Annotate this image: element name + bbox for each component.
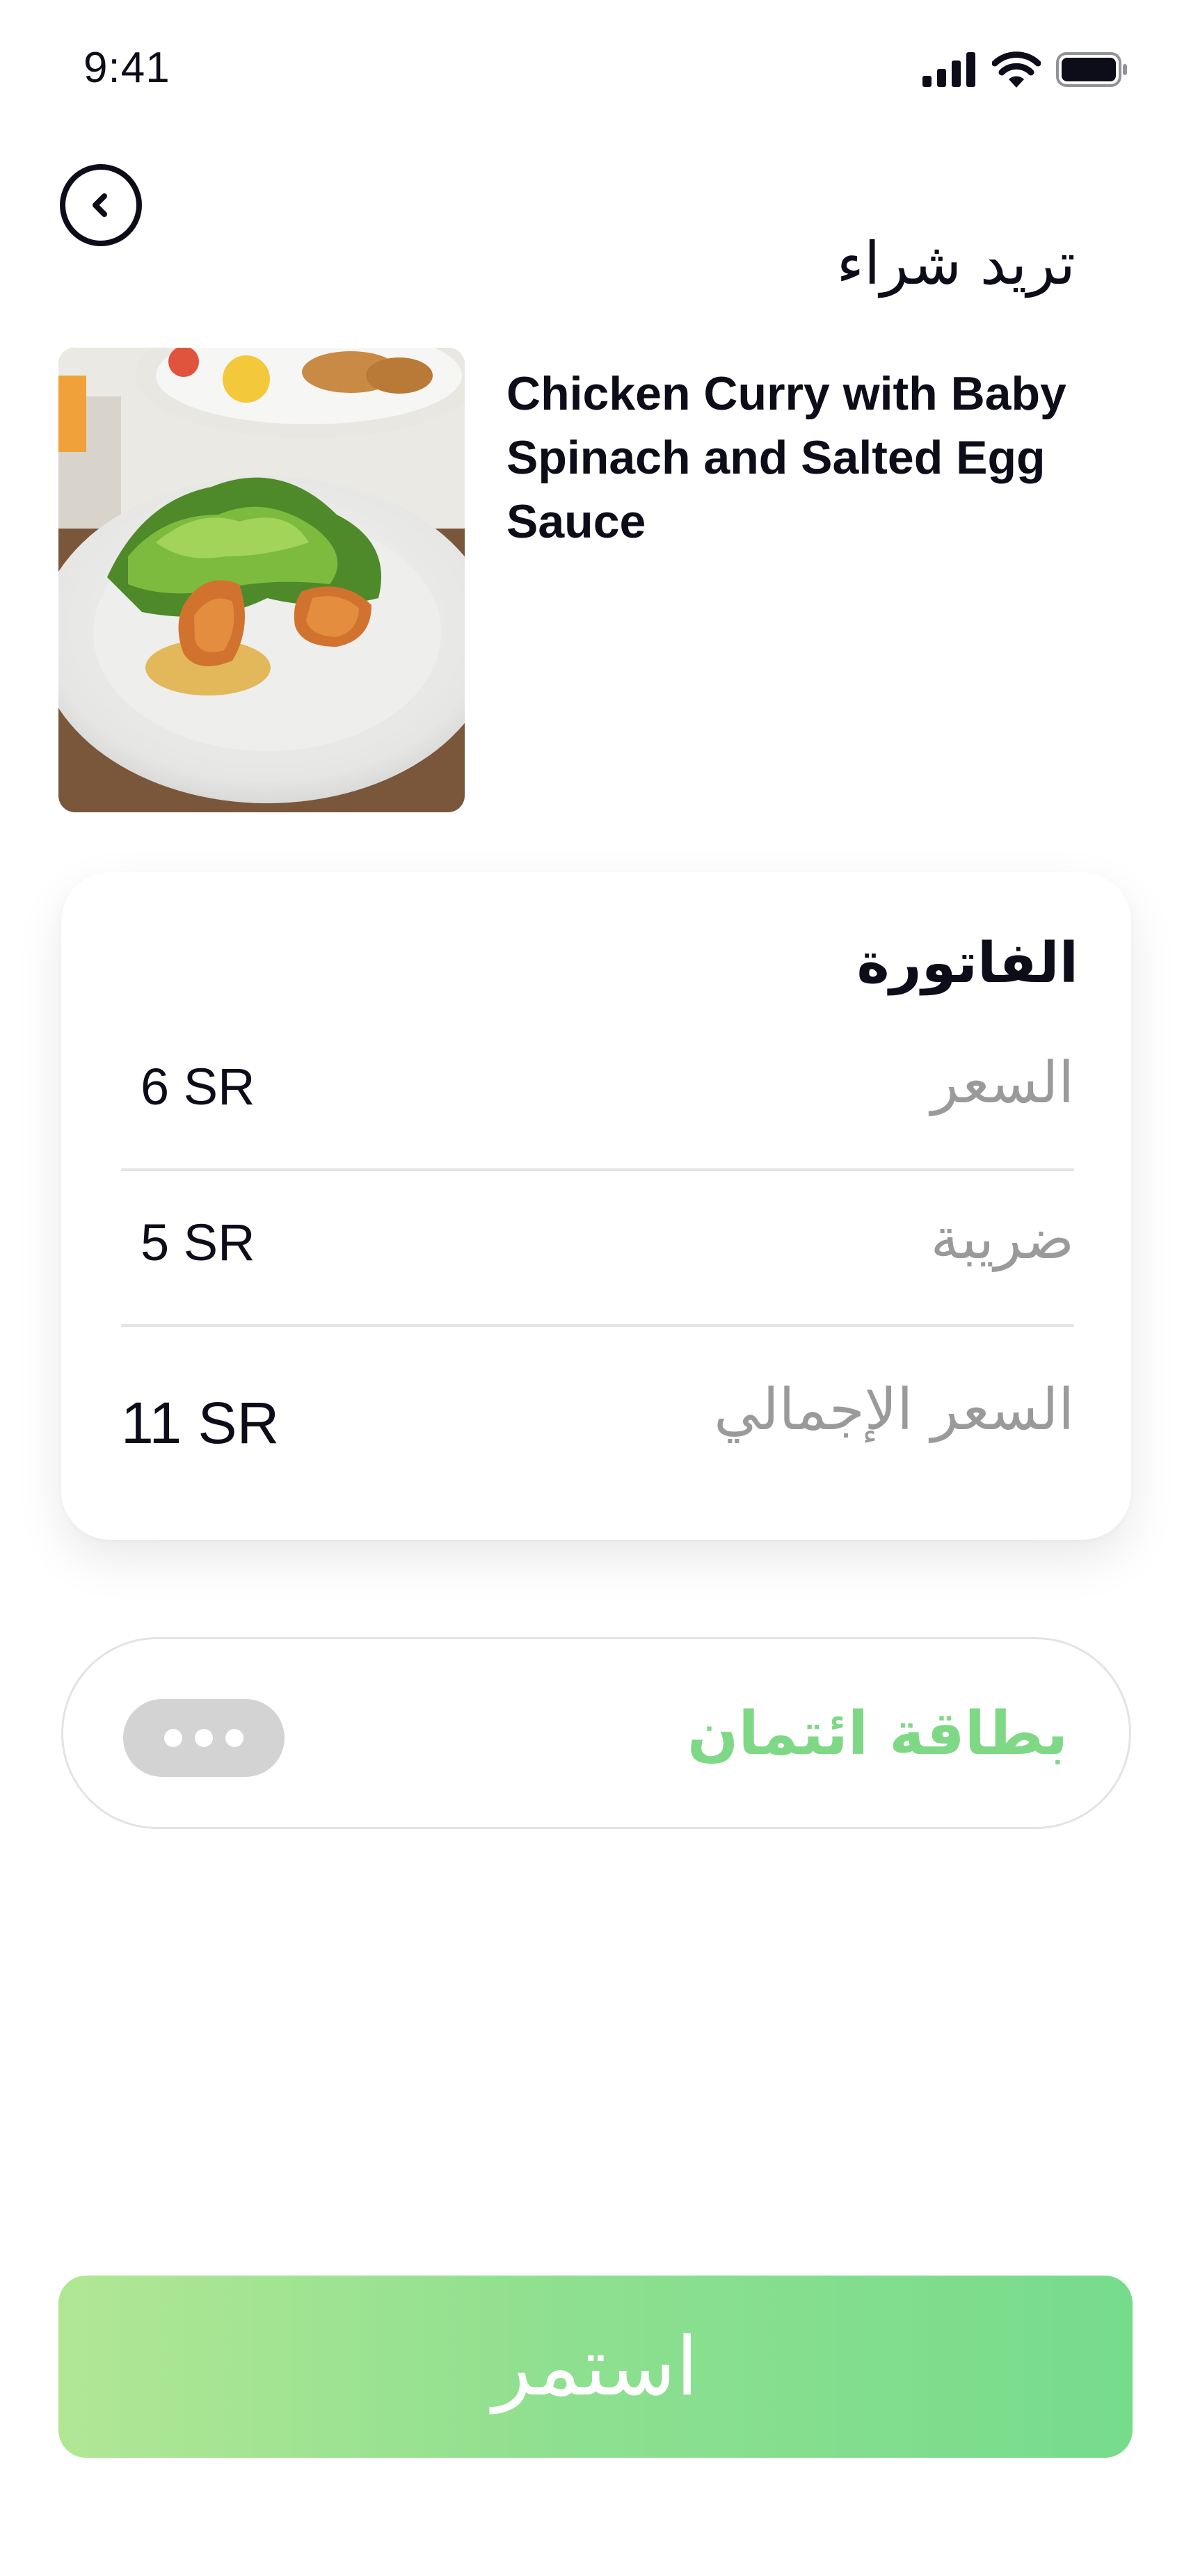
invoice-label: السعر (931, 1050, 1074, 1116)
invoice-divider (121, 1324, 1074, 1327)
payment-method-label: بطاقة ائتمان (687, 1699, 1068, 1769)
invoice-title: الفاتورة (856, 931, 1078, 995)
continue-button[interactable]: استمر (58, 2276, 1133, 2458)
page-title: تريد شراء (836, 230, 1076, 298)
invoice-card: الفاتورة السعر 6 SR ضريبة 5 SR السعر الإ… (61, 872, 1131, 1540)
invoice-label: السعر الإجمالي (714, 1377, 1074, 1443)
food-photo (58, 348, 465, 812)
status-icons (922, 49, 1128, 90)
chevron-left-icon (93, 193, 107, 217)
more-dots-icon[interactable] (123, 1699, 285, 1777)
invoice-divider (121, 1168, 1074, 1171)
invoice-label: ضريبة (930, 1206, 1074, 1272)
payment-method-selector[interactable]: بطاقة ائتمان (61, 1637, 1131, 1829)
continue-button-label: استمر (493, 2319, 698, 2414)
status-time: 9:41 (83, 44, 170, 92)
product-name: Chicken Curry with Baby Spinach and Salt… (506, 367, 1066, 548)
signal-icon (922, 52, 975, 87)
invoice-value: 5 SR (141, 1214, 255, 1271)
status-bar: 9:41 (0, 0, 1191, 139)
invoice-value: 6 SR (141, 1058, 255, 1116)
invoice-row-total: السعر الإجمالي 11 SR (121, 1377, 1074, 1460)
invoice-row-tax: ضريبة 5 SR (121, 1206, 1074, 1282)
battery-icon (1056, 52, 1127, 87)
invoice-total-value: 11 SR (121, 1390, 280, 1456)
back-button[interactable] (60, 164, 142, 246)
invoice-row-price: السعر 6 SR (121, 1050, 1074, 1127)
wifi-icon (992, 51, 1041, 88)
